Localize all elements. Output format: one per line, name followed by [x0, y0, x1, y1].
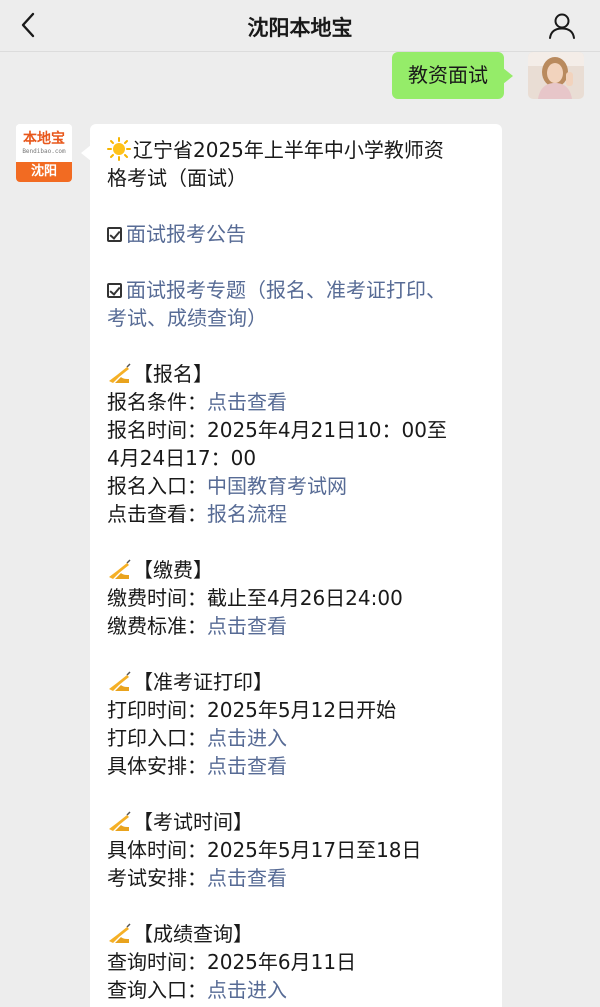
writing-hand-icon	[107, 809, 131, 833]
writing-hand-icon	[107, 921, 131, 945]
fee-standard: 缴费标准：点击查看	[107, 614, 287, 638]
bubble-tail	[503, 68, 513, 84]
exam-plan: 考试安排：点击查看	[107, 866, 287, 890]
writing-hand-icon	[107, 669, 131, 693]
admit-plan-link[interactable]: 点击查看	[207, 754, 287, 778]
score-entry: 查询入口：点击进入	[107, 978, 287, 1002]
checkbox-icon	[107, 283, 122, 298]
brand-logo-text: 本地宝	[23, 131, 65, 147]
signup-entry: 报名入口：中国教育考试网	[107, 474, 347, 498]
brand-logo-domain: Bendibao.com	[22, 148, 66, 155]
section-heading: 【缴费】	[107, 556, 488, 584]
topic-link-cont[interactable]: 考试、成绩查询）	[107, 304, 488, 332]
incoming-message-bubble: 辽宁省2025年上半年中小学教师资 格考试（面试） 面试报考公告 面试报考专题（…	[90, 124, 502, 1007]
fee-time: 缴费时间：截止至4月26日24:00	[107, 586, 403, 610]
user-avatar[interactable]	[528, 52, 584, 99]
signup-flow: 点击查看：报名流程	[107, 502, 287, 526]
signup-entry-link[interactable]: 中国教育考试网	[207, 474, 347, 498]
checkbox-icon	[107, 227, 122, 242]
notice-row: 面试报考公告	[107, 220, 488, 248]
writing-hand-icon	[107, 557, 131, 581]
admit-entry: 打印入口：点击进入	[107, 726, 287, 750]
section-heading: 【考试时间】	[107, 808, 488, 836]
signup-condition-link[interactable]: 点击查看	[207, 390, 287, 414]
topic-link[interactable]: 面试报考专题（报名、准考证打印、	[126, 278, 446, 302]
logo-top: 本地宝 Bendibao.com	[16, 124, 72, 162]
exam-plan-link[interactable]: 点击查看	[207, 866, 287, 890]
section-heading: 【成绩查询】	[107, 920, 488, 948]
topic-row: 面试报考专题（报名、准考证打印、	[107, 276, 488, 304]
signup-time-cont: 4月24日17：00	[107, 446, 257, 470]
notice-link[interactable]: 面试报考公告	[126, 222, 246, 246]
section-heading: 【准考证打印】	[107, 668, 488, 696]
brand-city-label: 沈阳	[16, 162, 72, 182]
admit-time: 打印时间：2025年5月12日开始	[107, 698, 397, 722]
headline-text-2: 格考试（面试）	[107, 166, 247, 190]
top-bar: 沈阳本地宝	[0, 0, 600, 52]
fee-standard-link[interactable]: 点击查看	[207, 614, 287, 638]
signup-flow-link[interactable]: 报名流程	[207, 502, 287, 526]
outgoing-message-row: 教资面试	[0, 52, 584, 102]
sun-icon	[107, 137, 131, 161]
outgoing-message-bubble[interactable]: 教资面试	[392, 52, 504, 99]
admit-entry-link[interactable]: 点击进入	[207, 726, 287, 750]
writing-hand-icon	[107, 361, 131, 385]
section-heading: 【报名】	[107, 360, 488, 388]
score-entry-link[interactable]: 点击进入	[207, 978, 287, 1002]
person-icon[interactable]	[546, 10, 578, 42]
score-time: 查询时间：2025年6月11日	[107, 950, 357, 974]
signup-time: 报名时间：2025年4月21日10：00至	[107, 418, 447, 442]
signup-condition: 报名条件：点击查看	[107, 390, 287, 414]
admit-plan: 具体安排：点击查看	[107, 754, 287, 778]
headline-text-1: 辽宁省2025年上半年中小学教师资	[133, 138, 444, 162]
headline: 辽宁省2025年上半年中小学教师资	[107, 136, 488, 164]
page-title: 沈阳本地宝	[247, 16, 353, 40]
account-avatar[interactable]: 本地宝 Bendibao.com 沈阳	[16, 124, 72, 182]
exam-time: 具体时间：2025年5月17日至18日	[107, 838, 422, 862]
message-body: 辽宁省2025年上半年中小学教师资 格考试（面试） 面试报考公告 面试报考专题（…	[107, 136, 488, 1004]
